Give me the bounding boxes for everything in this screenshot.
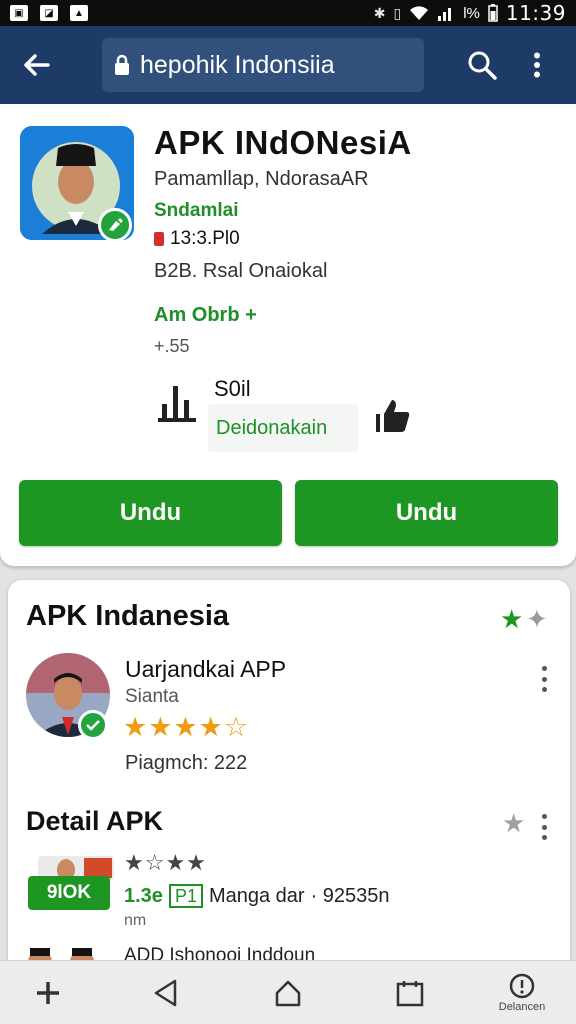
detail-prefix: 1.3e [124,884,163,907]
detail-chip[interactable]: 9lOK [28,876,110,910]
battery-icon [488,4,498,22]
vibrate-icon: ▯ [393,4,402,21]
download-button-left[interactable]: Undu [19,480,282,546]
nav-back-button[interactable] [146,961,186,1024]
thumbs-up-icon[interactable] [374,396,414,436]
detail-more-button[interactable] [534,810,554,844]
download-button-right[interactable]: Undu [295,480,558,546]
search-text: hepohik Indonsiia [140,50,335,79]
nav-recents-button[interactable] [390,961,430,1024]
verified-badge-icon [98,208,132,240]
chart-bars-icon [158,386,196,422]
image-icon: ◪ [40,5,58,21]
detail-size: · 92535n [310,884,390,907]
home-icon [275,980,301,1007]
status-time: 11:39 [505,1,566,25]
gallery-icon: ▣ [10,5,28,21]
more-vert-icon [534,52,540,78]
app-icon [20,126,134,240]
triangle-back-icon [154,979,177,1007]
detail-section-title: Detail APK [26,806,164,836]
nav-home-button[interactable] [268,961,308,1024]
star-filled-icon[interactable]: ★ [500,604,523,635]
item-more-button[interactable] [534,662,554,696]
star-outline-icon[interactable]: ✦ [526,604,548,635]
detail-unit: nm [124,912,147,929]
calendar-icon [396,981,424,1007]
item-verified-icon [78,710,108,740]
star-outline-icon[interactable]: ★ [502,808,525,839]
section-title: APK Indanesia [26,600,230,632]
bluetooth-icon: ✱ [373,4,386,21]
detail-info-line: 1.3e P1 Manga dar · 92535n [124,884,390,908]
rating-lock-icon [154,232,164,246]
related-apps-card: APK Indanesia ★ ✦ Uarjandkai APP Sianta … [8,580,570,980]
lock-icon [115,54,129,75]
search-button[interactable] [462,45,502,85]
nav-add-button[interactable] [28,961,68,1024]
item-subtitle: Sianta [125,686,179,707]
search-input[interactable]: hepohik Indonsiia [102,38,424,92]
top-toolbar: hepohik Indonsiia [0,26,576,104]
image-icon: ▲ [70,5,88,21]
status-bar: ▣ ◪ ▲ ✱ ▯ l% 11:39 [0,0,576,26]
info-icon [509,973,535,999]
content-rating: 13:3.Pl0 [154,228,240,250]
install-count: Am Obrb + [154,304,257,326]
arrow-left-icon [24,54,50,76]
item-note: Piagmch: 222 [125,752,248,774]
detail-code: P1 [168,884,203,908]
back-button[interactable] [0,26,72,104]
item-title[interactable]: Uarjandkai APP [125,656,286,683]
item-rating-stars: ★★★★☆ [123,712,250,742]
search-icon [468,51,497,80]
detail-text: Manga dar [208,884,305,907]
more-button[interactable] [527,45,547,85]
signal-icon [438,8,452,21]
app-title: APK INdONesiA [154,124,412,161]
nav-info-label: Delancen [498,1001,546,1013]
wifi-icon [410,6,429,20]
content-rating-text: 13:3.Pl0 [170,228,240,249]
stat-label: S0il [214,376,251,401]
plus-icon [37,982,59,1004]
bottom-navigation: Delancen [0,960,576,1024]
app-detail-card: APK INdONesiA Pamamllap, NdorasaAR Sndam… [0,104,576,566]
developer-name[interactable]: Pamamllap, NdorasaAR [154,168,369,191]
size-info: B2B. Rsal Onaiokal [154,260,328,282]
detail-rating-stars: ★☆★★ [124,850,207,875]
chip-label: 9lOK [46,882,92,903]
reviews-count: +.55 [154,336,190,356]
nav-info-button[interactable]: Delancen [494,961,550,1024]
battery-text: l% [463,4,480,22]
category-label[interactable]: Sndamlai [154,200,238,222]
stat-sublabel: Deidonakain [208,404,358,452]
